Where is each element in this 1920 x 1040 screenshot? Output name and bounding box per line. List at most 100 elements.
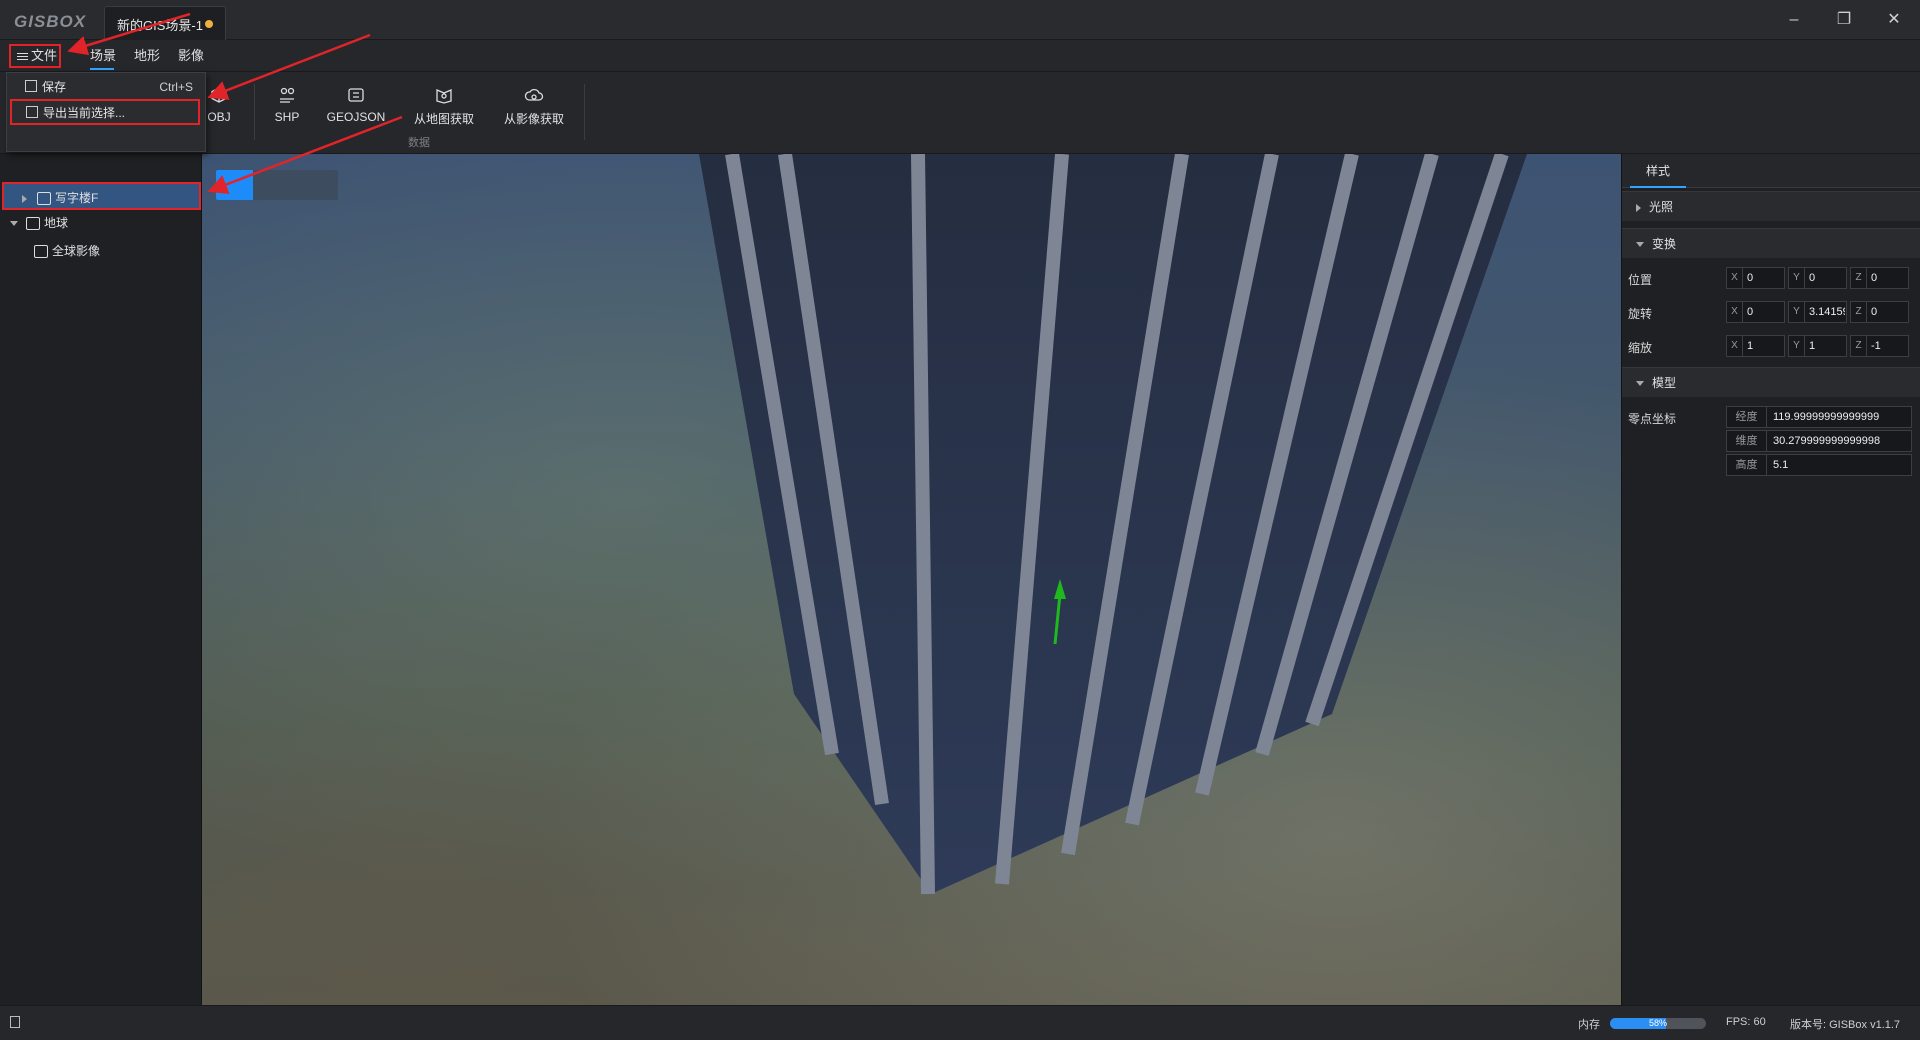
memory-usage-bar: 58%: [1610, 1018, 1706, 1029]
expand-caret-icon[interactable]: [22, 194, 27, 203]
cube-icon: [211, 87, 227, 103]
section-transform-label: 变换: [1652, 237, 1677, 251]
scale-z-value: -1: [1871, 340, 1881, 352]
fps-readout: FPS: 60: [1726, 1016, 1766, 1028]
rotation-x-input[interactable]: X0: [1726, 301, 1785, 323]
restore-button[interactable]: ❐: [1826, 8, 1862, 32]
status-bar: 内存 58% FPS: 60 版本号: GISBox v1.1.7: [0, 1005, 1920, 1040]
axis-y-label: Y: [1789, 302, 1805, 322]
cube-icon: [37, 192, 51, 206]
file-menu-label: 文件: [31, 48, 58, 63]
import-obj-button[interactable]: OBJ: [206, 86, 232, 124]
map-pin-icon: [436, 89, 452, 104]
export-icon: [26, 106, 38, 118]
position-z-input[interactable]: Z0: [1850, 267, 1909, 289]
imagery-cloud-icon: [524, 88, 544, 101]
menu-item-save[interactable]: 保存 Ctrl+S: [11, 75, 201, 99]
import-geojson-label: GEOJSON: [326, 110, 386, 124]
tab-terrain[interactable]: 地形: [134, 46, 160, 66]
document-tab-label: 新的GIS场景-1: [117, 18, 203, 33]
scene-tree-panel: 写字楼F 地球 全球影像: [0, 154, 202, 1005]
position-x-input[interactable]: X0: [1726, 267, 1785, 289]
axis-x-label: X: [1727, 268, 1743, 288]
title-bar: GISBOX 新的GIS场景-1 – ❐ ✕: [0, 0, 1920, 40]
toolbar-divider: [584, 84, 585, 140]
section-lighting-label: 光照: [1649, 200, 1674, 214]
section-model[interactable]: 模型: [1622, 367, 1920, 397]
axis-z-label: Z: [1851, 268, 1867, 288]
axis-z-label: Z: [1851, 302, 1867, 322]
rotation-y-value: 3.14159: [1809, 306, 1845, 318]
version-label: 版本号: GISBox v1.1.7: [1790, 1019, 1901, 1031]
rotation-y-input[interactable]: Y 3.14159: [1788, 301, 1847, 323]
tree-item-earth[interactable]: 地球: [0, 209, 202, 237]
scale-z-input[interactable]: Z -1: [1850, 335, 1909, 357]
import-geojson-button[interactable]: GEOJSON: [326, 86, 386, 124]
axis-z-label: Z: [1851, 336, 1867, 356]
rotation-z-value: 0: [1871, 306, 1878, 318]
scale-label: 缩放: [1628, 341, 1653, 355]
position-label: 位置: [1628, 273, 1653, 287]
axis-y-label: Y: [1789, 336, 1805, 356]
get-from-imagery-button[interactable]: 从影像获取: [502, 86, 566, 127]
properties-panel: 样式 光照 变换 位置 X0 Y0 Z0 旋转 X0 Y 3.14159 Z0 缩…: [1621, 154, 1920, 1005]
log-icon[interactable]: [10, 1016, 20, 1028]
origin-coordinates-label: 零点坐标: [1628, 412, 1677, 426]
collapse-caret-icon[interactable]: [10, 221, 18, 227]
geojson-icon: [348, 88, 364, 102]
scale-x-value: 1: [1747, 340, 1754, 352]
ribbon-group-label: 数据: [408, 137, 430, 149]
longitude-label: 经度: [1727, 407, 1767, 427]
scale-y-input[interactable]: Y1: [1788, 335, 1847, 357]
expand-caret-icon: [1636, 203, 1641, 212]
memory-label: 内存: [1578, 1019, 1600, 1031]
axis-y-label: Y: [1789, 268, 1805, 288]
section-transform[interactable]: 变换: [1622, 228, 1920, 258]
tab-scene[interactable]: 场景: [90, 46, 116, 66]
toolbar-divider: [254, 84, 255, 140]
collapse-caret-icon: [1636, 242, 1644, 248]
3d-viewport[interactable]: [202, 154, 1621, 1005]
minimize-button[interactable]: –: [1776, 8, 1812, 32]
close-button[interactable]: ✕: [1876, 8, 1912, 32]
tree-item-office-building[interactable]: 写字楼F: [2, 182, 201, 210]
tree-item-label: 地球: [44, 216, 69, 230]
height-input[interactable]: 高度 5.1: [1726, 454, 1912, 476]
menu-item-save-label: 保存: [42, 80, 67, 94]
position-y-input[interactable]: Y0: [1788, 267, 1847, 289]
import-shp-button[interactable]: SHP: [272, 86, 302, 124]
rotation-z-input[interactable]: Z0: [1850, 301, 1909, 323]
latitude-value: 30.279999999999998: [1773, 435, 1881, 447]
get-from-map-button[interactable]: 从地图获取: [412, 86, 476, 127]
rotation-x-value: 0: [1747, 306, 1754, 318]
collapse-caret-icon: [1636, 381, 1644, 387]
save-icon: [25, 80, 37, 92]
section-lighting[interactable]: 光照: [1622, 191, 1920, 221]
longitude-input[interactable]: 经度 119.99999999999999: [1726, 406, 1912, 428]
tab-style[interactable]: 样式: [1630, 154, 1686, 188]
memory-percent: 58%: [1648, 1018, 1667, 1028]
file-menu-button[interactable]: 文件: [9, 44, 61, 68]
document-tab[interactable]: 新的GIS场景-1: [104, 6, 226, 40]
menu-item-export-label: 导出当前选择...: [43, 106, 126, 120]
axis-x-label: X: [1727, 336, 1743, 356]
tree-item-label: 全球影像: [52, 244, 101, 258]
section-model-label: 模型: [1652, 376, 1677, 390]
hamburger-icon: [17, 51, 28, 62]
tab-imagery[interactable]: 影像: [178, 46, 204, 66]
shapefile-icon: [280, 87, 295, 103]
building-model[interactable]: [202, 154, 1621, 1005]
position-y-value: 0: [1809, 272, 1816, 284]
latitude-input[interactable]: 维度 30.279999999999998: [1726, 430, 1912, 452]
scale-x-input[interactable]: X1: [1726, 335, 1785, 357]
loading-progress-fill: [216, 170, 253, 200]
image-icon: [34, 245, 48, 259]
properties-tab-bar: 样式: [1622, 154, 1920, 188]
get-from-imagery-label: 从影像获取: [503, 112, 564, 126]
menu-bar: 文件 场景 地形 影像: [0, 40, 1920, 72]
tree-item-global-imagery[interactable]: 全球影像: [0, 237, 202, 265]
save-shortcut: Ctrl+S: [159, 80, 193, 94]
longitude-value: 119.99999999999999: [1773, 411, 1880, 423]
menu-item-export-selection[interactable]: 导出当前选择...: [10, 99, 200, 125]
ribbon-toolbar: OBJ SHP GEOJSON 从地图获取 从影像获取 数据: [0, 72, 1920, 154]
